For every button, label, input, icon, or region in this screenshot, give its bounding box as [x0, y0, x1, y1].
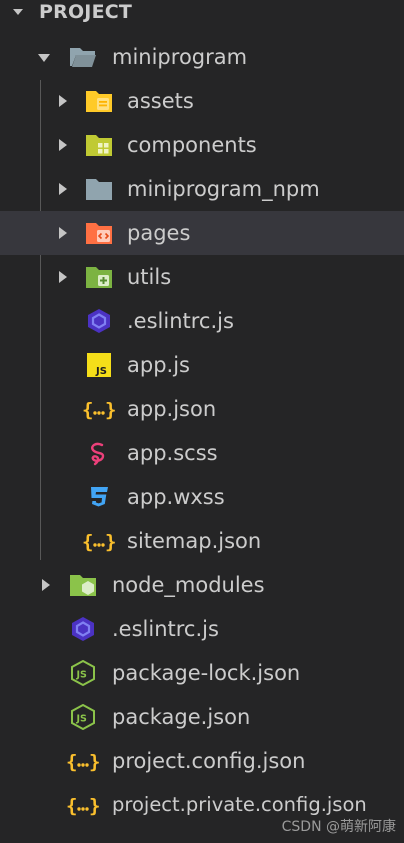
- eslint-icon: [88, 309, 110, 333]
- section-title: PROJECT: [39, 1, 133, 23]
- svg-text:}: }: [105, 531, 116, 553]
- tree-item-app-json[interactable]: { } app.json: [0, 387, 404, 431]
- svg-text:{: {: [66, 751, 77, 773]
- chevron-right-icon: [59, 227, 67, 239]
- svg-text:{: {: [82, 531, 93, 553]
- tree-item-app-scss[interactable]: app.scss: [0, 431, 404, 475]
- tree-item-package-json[interactable]: JS package.json: [0, 695, 404, 739]
- tree-item-sitemap-json[interactable]: { } sitemap.json: [0, 519, 404, 563]
- tree-item-components[interactable]: components: [0, 123, 404, 167]
- folder-pages-icon: [86, 223, 112, 244]
- svg-text:JS: JS: [76, 714, 88, 725]
- javascript-icon: JS: [87, 353, 111, 377]
- tree-item-node-modules[interactable]: node_modules: [0, 563, 404, 607]
- tree-item-label: miniprogram_npm: [127, 177, 320, 201]
- tree-item-label: app.wxss: [127, 485, 225, 509]
- tree-item-label: .eslintrc.js: [127, 309, 234, 333]
- tree-item-project-config-json[interactable]: { } project.config.json: [0, 739, 404, 783]
- chevron-down-icon: [38, 54, 50, 62]
- folder-utils-icon: [86, 267, 112, 288]
- folder-icon: [86, 179, 112, 200]
- tree-item-label: utils: [127, 265, 172, 289]
- nodejs-icon: JS: [71, 704, 95, 730]
- tree-item-miniprogram[interactable]: miniprogram: [0, 35, 404, 79]
- folder-components-icon: [86, 135, 112, 156]
- explorer-section-header[interactable]: PROJECT: [0, 0, 404, 24]
- eslint-icon: [72, 617, 94, 641]
- folder-node-icon: [70, 575, 96, 596]
- svg-text:}: }: [89, 795, 100, 817]
- tree-item-label: assets: [127, 89, 194, 113]
- tree-item-package-lock-json[interactable]: JS package-lock.json: [0, 651, 404, 695]
- svg-text:JS: JS: [76, 670, 88, 681]
- css-icon: [91, 487, 108, 507]
- json-icon: { }: [82, 399, 116, 421]
- chevron-right-icon: [59, 271, 67, 283]
- tree-item-label: app.json: [127, 397, 217, 421]
- tree-item-label: node_modules: [112, 573, 265, 597]
- tree-item-app-wxss[interactable]: app.wxss: [0, 475, 404, 519]
- svg-text:JS: JS: [95, 366, 107, 377]
- chevron-down-icon: [13, 9, 23, 15]
- json-icon: { }: [82, 531, 116, 553]
- svg-text:}: }: [105, 399, 116, 421]
- tree-item-label: pages: [127, 221, 191, 245]
- json-icon: { }: [66, 795, 100, 817]
- chevron-right-icon: [42, 579, 50, 591]
- folder-open-icon: [70, 48, 96, 67]
- tree-item-label: package.json: [112, 705, 251, 729]
- svg-text:{: {: [82, 399, 93, 421]
- tree-item-eslintrc-root[interactable]: .eslintrc.js: [0, 607, 404, 651]
- chevron-right-icon: [59, 95, 67, 107]
- chevron-right-icon: [59, 139, 67, 151]
- nodejs-icon: JS: [71, 660, 95, 686]
- tree-item-label: project.config.json: [112, 749, 306, 773]
- tree-item-assets[interactable]: assets: [0, 79, 404, 123]
- tree-item-app-js[interactable]: JS app.js: [0, 343, 404, 387]
- tree-item-pages[interactable]: pages: [0, 211, 404, 255]
- tree-item-label: sitemap.json: [127, 529, 262, 553]
- json-icon: { }: [66, 751, 100, 773]
- watermark: CSDN @萌新阿康: [281, 819, 396, 835]
- tree-item-label: components: [127, 133, 257, 157]
- folder-assets-icon: [86, 91, 112, 112]
- tree-item-label: miniprogram: [112, 45, 248, 69]
- tree-item-label: .eslintrc.js: [112, 617, 219, 641]
- chevron-right-icon: [59, 183, 67, 195]
- svg-text:{: {: [66, 795, 77, 817]
- svg-text:}: }: [89, 751, 100, 773]
- tree-item-eslintrc[interactable]: .eslintrc.js: [0, 299, 404, 343]
- tree-item-label: package-lock.json: [112, 661, 301, 685]
- tree-item-label: app.scss: [127, 441, 218, 465]
- tree-item-label: app.js: [127, 353, 190, 377]
- sass-icon: [91, 442, 105, 466]
- tree-item-utils[interactable]: utils: [0, 255, 404, 299]
- tree-item-miniprogram-npm[interactable]: miniprogram_npm: [0, 167, 404, 211]
